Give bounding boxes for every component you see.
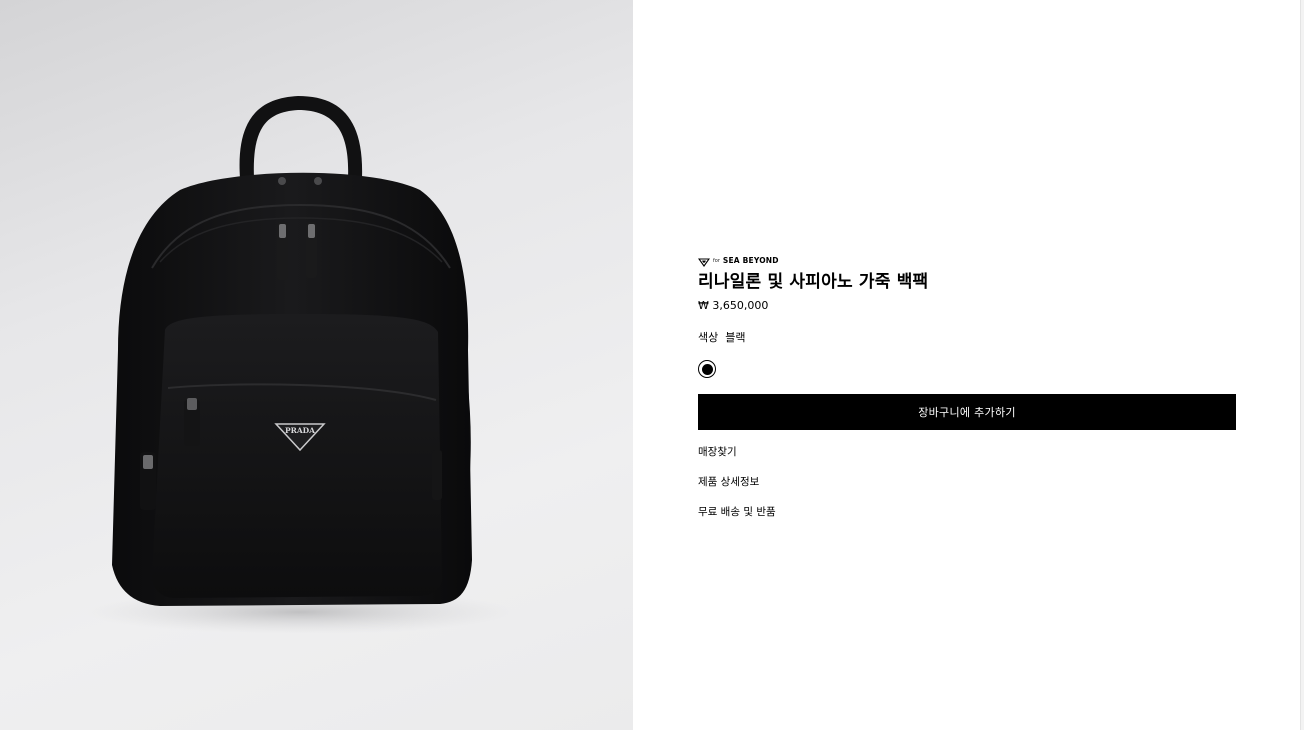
shipping-returns-link[interactable]: 무료 배송 및 반품 (698, 505, 1236, 519)
backpack-illustration: PRADA (85, 96, 515, 634)
swatch-dot (701, 363, 713, 375)
store-finder-link[interactable]: 매장찾기 (698, 445, 1236, 459)
triangle-heart-icon (697, 252, 711, 271)
product-links: 매장찾기 제품 상세정보 무료 배송 및 반품 (698, 445, 1236, 519)
logo-text: PRADA (285, 426, 315, 435)
color-swatch-black[interactable] (698, 360, 716, 378)
product-image[interactable]: PRADA (0, 0, 633, 730)
badge-label: SEA BEYOND (722, 256, 779, 265)
color-selection: 색상 블랙 (698, 331, 1236, 345)
product-details-link[interactable]: 제품 상세정보 (698, 475, 1236, 489)
scrollbar[interactable] (1300, 0, 1304, 730)
color-label: 색상 (698, 331, 719, 344)
product-title: 리나일론 및 사피아노 가죽 백팩 (698, 272, 929, 292)
badge-prefix: for (713, 258, 720, 264)
product-price: ₩ 3,650,000 (698, 299, 769, 312)
sea-beyond-badge: for SEA BEYOND (697, 255, 1236, 267)
color-value: 블랙 (725, 331, 746, 344)
product-page: PRADA for SEA BEYOND 리나일론 및 사피아노 가죽 백팩 ₩… (0, 0, 1304, 730)
product-info: for SEA BEYOND 리나일론 및 사피아노 가죽 백팩 ₩ 3,650… (697, 255, 1236, 535)
add-to-cart-button[interactable]: 장바구니에 추가하기 (698, 394, 1236, 430)
